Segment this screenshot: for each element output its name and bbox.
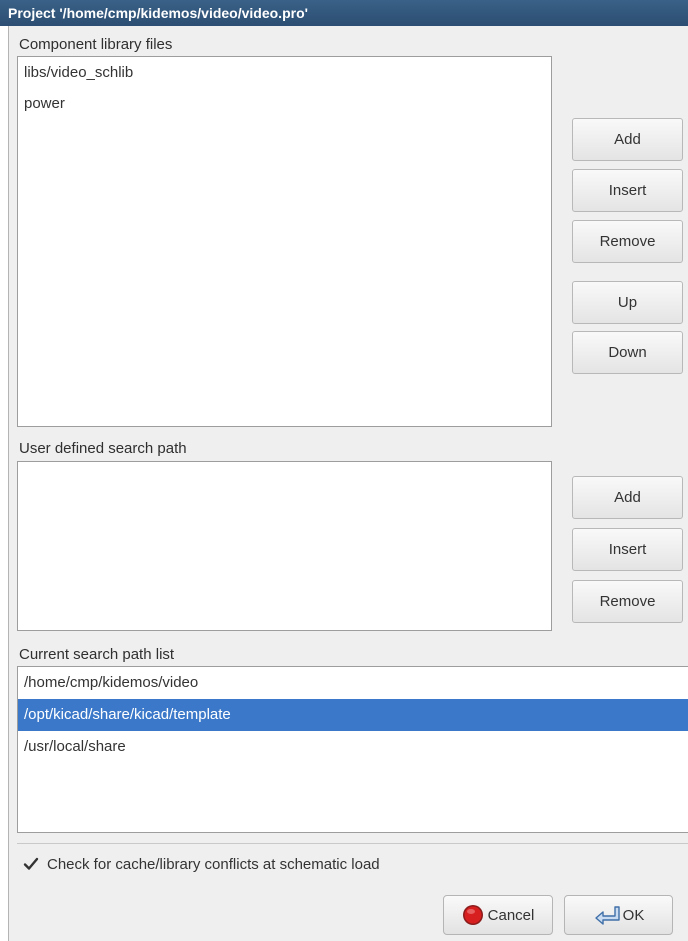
library-remove-button[interactable]: Remove [572,220,683,263]
cancel-button[interactable]: Cancel [443,895,553,935]
current-search-path-list[interactable]: /home/cmp/kidemos/video /opt/kicad/share… [17,666,688,833]
search-path-insert-button[interactable]: Insert [572,528,683,571]
list-item[interactable]: /usr/local/share [18,731,688,763]
library-down-button[interactable]: Down [572,331,683,374]
checkmark-icon [23,857,39,870]
check-conflicts-label: Check for cache/library conflicts at sch… [47,855,380,873]
user-defined-search-path-label: User defined search path [19,440,187,457]
list-item[interactable]: libs/video_schlib [18,57,551,88]
search-path-add-button[interactable]: Add [572,476,683,519]
list-item[interactable]: /home/cmp/kidemos/video [18,667,688,699]
current-search-path-label: Current search path list [19,646,175,663]
user-search-path-list[interactable] [17,461,552,631]
separator [17,843,688,844]
ok-label: OK [622,906,645,924]
cancel-label: Cancel [487,906,535,924]
component-library-list[interactable]: libs/video_schlib power [17,56,552,427]
window-title: Project '/home/cmp/kidemos/video/video.p… [0,0,688,26]
project-libraries-dialog: Component library files libs/video_schli… [8,26,688,941]
search-path-remove-button[interactable]: Remove [572,580,683,623]
library-up-button[interactable]: Up [572,281,683,324]
stop-icon [462,905,483,925]
component-library-files-label: Component library files [19,36,173,53]
ok-button[interactable]: OK [564,895,673,935]
check-conflicts-checkbox[interactable]: Check for cache/library conflicts at sch… [23,854,380,874]
list-item-selected[interactable]: /opt/kicad/share/kicad/template [18,699,688,731]
library-insert-button[interactable]: Insert [572,169,683,212]
ok-arrow-icon [594,906,620,925]
list-item[interactable]: power [18,88,551,119]
library-add-button[interactable]: Add [572,118,683,161]
